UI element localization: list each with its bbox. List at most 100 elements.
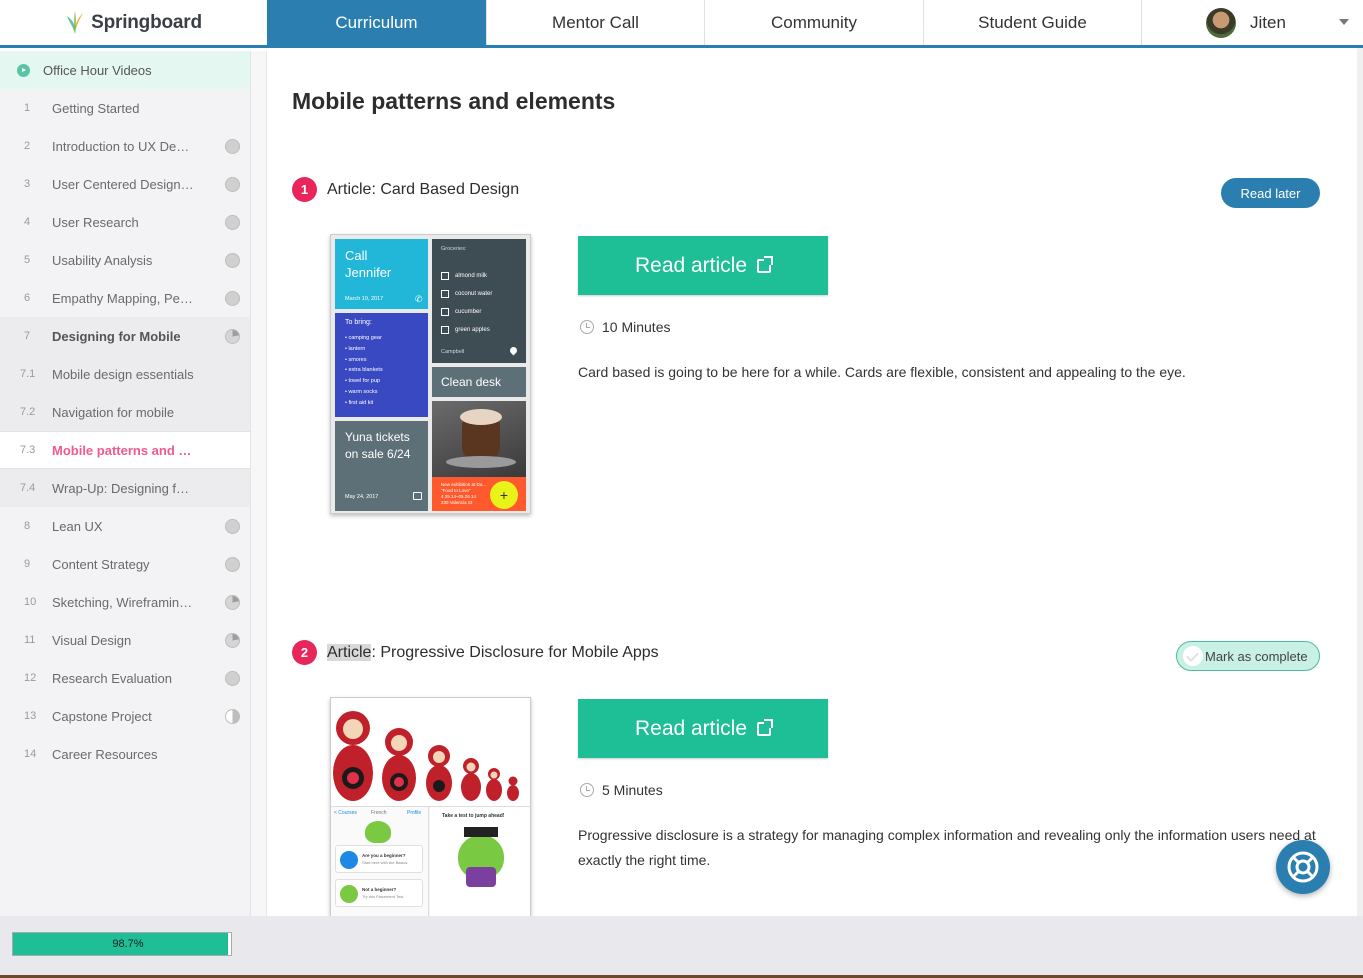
progressive-disclosure-thumbnail[interactable]: < Courses French Profile Are you a begin… [330, 697, 531, 916]
thumb-grocery-label: almond milk [455, 273, 488, 279]
sidebar-subitem-navigation-for-mobile[interactable]: 7.2 Navigation for mobile [0, 393, 250, 431]
sidebar-item-number: 2 [24, 140, 31, 152]
sidebar-scrollbar[interactable] [251, 51, 267, 916]
sidebar-item-number: 14 [24, 748, 37, 760]
article-title-text: : Progressive Disclosure for Mobile Apps [371, 643, 659, 661]
help-button[interactable] [1276, 840, 1330, 894]
article-number-badge: 1 [292, 177, 317, 202]
card-based-design-thumbnail[interactable]: Call Jennifer March 19, 2017 ✆ To bring:… [330, 234, 531, 514]
grad-cap-shape [464, 827, 498, 837]
castle-icon [340, 885, 358, 903]
read-article-button[interactable]: Read article [578, 699, 828, 758]
sidebar-item-label: Wrap-Up: Designing for... [52, 480, 194, 496]
tab-student-guide[interactable]: Student Guide [923, 0, 1141, 45]
read-article-label: Read article [634, 253, 748, 277]
article-description: Card based is going to be here for a whi… [578, 364, 1186, 380]
logo[interactable]: Springboard [0, 0, 267, 45]
thumb-grocery-label: green apples [455, 327, 490, 333]
user-menu[interactable]: Jiten [1141, 0, 1363, 45]
sidebar-item-intro-ux[interactable]: 2 Introduction to UX Desi... [0, 127, 250, 165]
read-later-button[interactable]: Read later [1221, 178, 1320, 208]
duration-text: 10 Minutes [602, 319, 671, 335]
thumb-card-clean-desk: Clean desk [432, 367, 526, 397]
thumb-grocery-item: green apples [441, 321, 492, 339]
sidebar-item-label: Visual Design [52, 632, 132, 648]
check-icon [1183, 646, 1203, 666]
cream-shape [460, 409, 502, 425]
not-beginner-sub: Try this Placement Test [362, 894, 404, 899]
status-circle-icon [225, 670, 240, 686]
sidebar-item-visual-design[interactable]: 11 Visual Design [0, 621, 250, 659]
external-link-icon [757, 718, 774, 736]
sidebar-item-label: Content Strategy [52, 556, 150, 572]
owl-icon [365, 821, 391, 843]
sidebar-item-number: 8 [24, 520, 31, 532]
sidebar-item-number: 5 [24, 254, 31, 266]
sidebar-item-sketching[interactable]: 10 Sketching, Wireframing... [0, 583, 250, 621]
sidebar-item-lean-ux[interactable]: 8 Lean UX [0, 507, 250, 545]
thumb-grocery-label: coconut water [455, 291, 493, 297]
checkbox-icon [441, 308, 449, 316]
sidebar-item-capstone-project[interactable]: 13 Capstone Project [0, 697, 250, 735]
thumb-grocery-item: cucumber [441, 303, 492, 321]
thumb-list-item: • warm socks [345, 388, 378, 395]
status-partial-icon [225, 632, 240, 648]
sidebar-item-label: Lean UX [52, 518, 103, 534]
sidebar-item-user-research[interactable]: 4 User Research [0, 203, 250, 241]
app-tab: French [371, 810, 387, 816]
top-navigation: Springboard Curriculum Mentor Call Commu… [0, 0, 1363, 48]
sidebar-item-label: Usability Analysis [52, 252, 153, 268]
sidebar-item-research-evaluation[interactable]: 12 Research Evaluation [0, 659, 250, 697]
sidebar-item-getting-started[interactable]: 1 Getting Started [0, 89, 250, 127]
page-title: Mobile patterns and elements [292, 88, 616, 114]
sidebar-item-content-strategy[interactable]: 9 Content Strategy [0, 545, 250, 583]
logo-text: Springboard [91, 11, 202, 33]
sidebar-item-number: 7.1 [20, 368, 36, 380]
not-beginner-card: Not a beginner? Try this Placement Test [335, 879, 423, 907]
sidebar-subitem-wrap-up[interactable]: 7.4 Wrap-Up: Designing for... [0, 469, 250, 507]
sidebar-item-career-resources[interactable]: 14 Career Resources [0, 735, 250, 773]
sidebar-item-label: User Centered Design ... [52, 176, 194, 192]
main-content: Mobile patterns and elements 1 Article : … [268, 51, 1357, 916]
sidebar-item-usability-analysis[interactable]: 5 Usability Analysis [0, 241, 250, 279]
sidebar-item-office-hour-videos[interactable]: Office Hour Videos [0, 51, 250, 89]
page-scrollbar[interactable] [1357, 48, 1363, 916]
sidebar-item-empathy-mapping[interactable]: 6 Empathy Mapping, Per... [0, 279, 250, 317]
sidebar-item-number: 7 [24, 330, 31, 342]
read-article-button[interactable]: Read article [578, 236, 828, 295]
thumb-yuna-text: Yuna tickets on sale 6/24 [345, 430, 411, 461]
thumb-groceries-title: Groceries: [441, 246, 467, 252]
sidebar-item-number: 12 [24, 672, 37, 684]
thumb-to-bring-list: • camping gear • lantern • smores • extr… [345, 333, 383, 409]
sidebar-item-label: Getting Started [52, 100, 140, 116]
article-duration: 10 Minutes [580, 319, 670, 335]
sidebar-subitem-mobile-design-essentials[interactable]: 7.1 Mobile design essentials [0, 355, 250, 393]
mark-complete-label: Mark as complete [1205, 648, 1308, 664]
thumb-call-title: Call Jennifer [345, 248, 392, 280]
sidebar-item-number: 1 [24, 102, 31, 114]
sidebar-item-number: 6 [24, 292, 31, 304]
tab-mentor-call[interactable]: Mentor Call [486, 0, 704, 45]
sidebar-item-number: 9 [24, 558, 31, 570]
status-circle-icon [225, 518, 240, 534]
sidebar-item-label: Research Evaluation [52, 670, 172, 686]
beginner-card: Are you a beginner? Start here with the … [335, 845, 423, 873]
article-kind: Article [327, 180, 372, 198]
mark-as-complete-button[interactable]: Mark as complete [1176, 641, 1320, 671]
sidebar-item-label: Capstone Project [52, 708, 152, 724]
sidebar-item-number: 3 [24, 178, 31, 190]
app-screens-image: < Courses French Profile Are you a begin… [331, 806, 530, 916]
curriculum-sidebar: Office Hour Videos 1 Getting Started 2 I… [0, 51, 251, 916]
calendar-icon [413, 492, 422, 500]
sidebar-subitem-mobile-patterns[interactable]: 7.3 Mobile patterns and e... [0, 431, 250, 469]
thumb-to-bring-title: To bring: [345, 319, 372, 326]
status-circle-icon [225, 214, 240, 230]
sidebar-item-user-centered-design[interactable]: 3 User Centered Design ... [0, 165, 250, 203]
app-screen-right: Take a test to jump ahead! [430, 807, 530, 916]
tab-community[interactable]: Community [704, 0, 923, 45]
tab-curriculum[interactable]: Curriculum [267, 0, 486, 45]
clock-icon [580, 783, 594, 797]
duration-text: 5 Minutes [602, 782, 663, 798]
status-circle-icon [225, 138, 240, 154]
sidebar-item-designing-for-mobile[interactable]: 7 Designing for Mobile [0, 317, 250, 355]
